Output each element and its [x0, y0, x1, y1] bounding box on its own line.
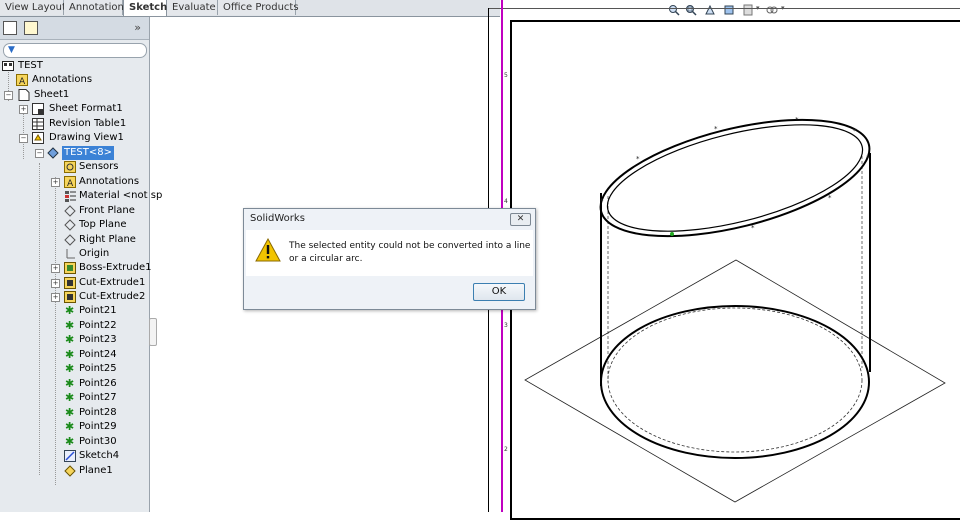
tab-office-products[interactable]: Office Products — [218, 0, 299, 15]
chevron-right-icon[interactable]: » — [134, 21, 141, 34]
tab-annotation[interactable]: Annotation — [64, 0, 124, 15]
panel-header: » — [0, 17, 149, 40]
sketch-icon — [64, 450, 76, 462]
point-icon: ✱ — [65, 319, 75, 332]
dialog-title: SolidWorks — [250, 213, 305, 224]
expand-icon[interactable]: + — [51, 293, 60, 302]
sensor-icon — [64, 161, 76, 173]
drawing-view-icon — [32, 132, 44, 144]
warning-icon — [255, 238, 281, 262]
plane-icon — [64, 234, 76, 246]
cylinder-bottom-edge — [600, 305, 870, 459]
point-icon: ✱ — [65, 362, 75, 375]
sketch-point: * — [853, 127, 857, 135]
sketch-point: * — [866, 154, 870, 162]
collapse-icon[interactable]: − — [4, 91, 13, 100]
point-icon: ✱ — [65, 348, 75, 361]
error-dialog: SolidWorks ✕ The selected entity could n… — [243, 208, 536, 310]
command-manager-tabs: View Layout Annotation Sketch Evaluate O… — [0, 0, 500, 17]
expand-icon[interactable]: + — [51, 264, 60, 273]
svg-text:A: A — [19, 77, 26, 86]
sheet-icon — [18, 89, 30, 101]
panel-resize-handle[interactable] — [149, 318, 157, 346]
expand-icon[interactable]: + — [51, 178, 60, 187]
drawing-icon — [2, 61, 14, 71]
filter-icon: ▼ — [8, 45, 15, 55]
svg-text:A: A — [67, 179, 74, 188]
point-icon: ✱ — [65, 377, 75, 390]
drawing-view-geometry[interactable]: * * * * * * * * — [500, 0, 960, 512]
point-icon: ✱ — [65, 391, 75, 404]
sketch-point: * — [636, 155, 640, 163]
plane-outline — [524, 259, 946, 503]
selected-point — [670, 232, 674, 236]
tab-view-layout[interactable]: View Layout — [0, 0, 66, 15]
tab-evaluate[interactable]: Evaluate — [167, 0, 218, 15]
sketch-point: * — [751, 224, 755, 232]
annotations-folder-icon: A — [16, 74, 28, 86]
feature-tree-tab-icon[interactable] — [3, 21, 17, 35]
annotations-folder-icon: A — [64, 176, 76, 188]
table-icon — [32, 118, 44, 130]
extrude-icon — [64, 262, 76, 274]
cut-extrude-icon — [64, 277, 76, 289]
cylinder-top-inner-edge — [606, 124, 864, 232]
sheet-format-icon — [32, 103, 44, 115]
point-icon: ✱ — [65, 406, 75, 419]
sketch-point: * — [795, 116, 799, 124]
sketch-point: * — [828, 194, 832, 202]
plane-icon — [64, 205, 76, 217]
collapse-icon[interactable]: − — [35, 149, 44, 158]
feature-manager-panel: » ▼ TEST A Annotations − Sheet1 + Sheet … — [0, 17, 162, 512]
origin-icon — [66, 249, 75, 259]
material-icon — [65, 191, 76, 202]
collapse-icon[interactable]: − — [19, 134, 28, 143]
plane-icon — [64, 465, 76, 477]
dialog-message: The selected entity could not be convert… — [289, 241, 531, 264]
tab-sketch[interactable]: Sketch — [123, 0, 167, 16]
sketch-point: * — [600, 197, 604, 205]
close-button[interactable]: ✕ — [510, 213, 531, 226]
expand-icon[interactable]: + — [51, 279, 60, 288]
hidden-bottom-edge — [607, 307, 863, 453]
tree-filter-input[interactable]: ▼ — [3, 43, 147, 58]
part-icon — [47, 147, 59, 159]
property-manager-tab-icon[interactable] — [24, 21, 38, 35]
point-icon: ✱ — [65, 420, 75, 433]
plane-icon — [64, 219, 76, 231]
sketch-point: * — [714, 125, 718, 133]
dialog-body: The selected entity could not be convert… — [246, 230, 533, 276]
ok-button[interactable]: OK — [473, 283, 525, 301]
expand-icon[interactable]: + — [19, 105, 28, 114]
point-icon: ✱ — [65, 435, 75, 448]
point-icon: ✱ — [65, 304, 75, 317]
cut-extrude-icon — [64, 291, 76, 303]
point-icon: ✱ — [65, 333, 75, 346]
cylinder-top-edge — [599, 118, 871, 238]
